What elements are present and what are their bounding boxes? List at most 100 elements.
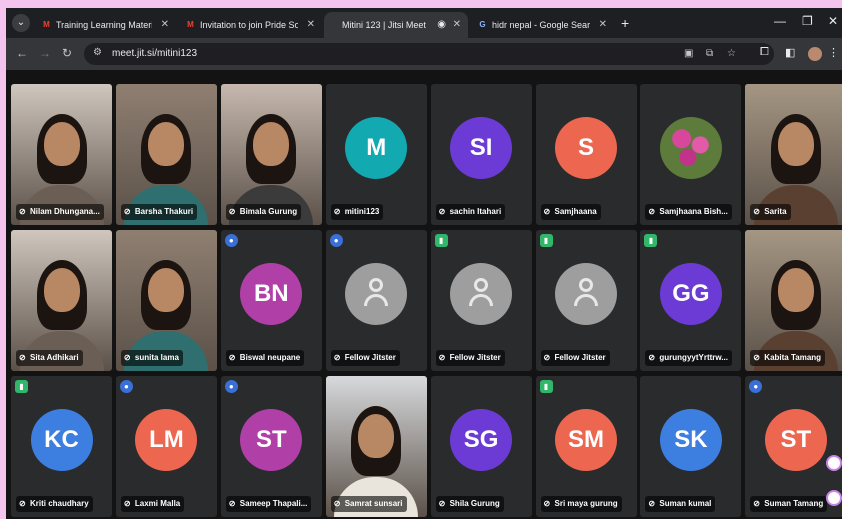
cast-icon[interactable]: ⧉ [706,48,713,59]
participant-name: Samjhaana [554,207,597,216]
participant-name: Sarita [764,207,787,216]
tab-search-button[interactable]: ⌄ [12,14,30,32]
sidepanel-icon[interactable]: ◧ [785,46,795,59]
close-icon[interactable]: ✕ [453,12,461,38]
moderator-icon[interactable]: ● [749,380,763,393]
mic-muted-icon: ⊘ [123,207,131,216]
mic-muted-icon: ⊘ [543,353,551,362]
site-info-icon[interactable]: ⚙ [93,47,102,58]
participant-name: sachin Itahari [449,207,502,216]
back-arrow-icon[interactable]: ← [14,46,30,60]
participant-tile[interactable]: ⊘ Bimala Gurung [220,84,322,225]
participant-tile[interactable]: GG ▮ ⊘ gurungyytYrttrw... [640,230,742,371]
assistant-icon[interactable] [826,455,842,471]
participant-name: Sri maya gurung [554,499,618,508]
address-bar[interactable]: ⚙ meet.jit.si/mitini123 ▣ ⧉ ☆ [84,43,774,65]
extensions-icon[interactable]: ⧠ [760,46,769,59]
record-icon: ◉ [437,19,446,30]
participant-tile[interactable]: SK ⊘ Suman kumal [640,376,742,517]
participant-nameplate: ⊘ Shila Gurung [435,496,504,512]
participant-name: Fellow Jitster [449,353,501,362]
tab-jitsi-meet[interactable]: Mitini 123 | Jitsi Meet ◉ ✕ [324,12,468,38]
participant-tile[interactable]: ⊘ Samrat sunsari [325,376,427,517]
camera-icon[interactable]: ▣ [684,48,693,59]
moderator-icon[interactable]: ● [224,234,238,247]
participant-nameplate: ⊘ sachin Itahari [435,204,506,220]
moderator-icon[interactable]: ● [224,380,238,393]
participant-name: Biswal neupane [239,353,301,362]
connection-quality-icon[interactable]: ▮ [15,380,28,393]
close-icon[interactable]: ✕ [307,12,315,38]
flower-avatar-image [659,116,722,179]
reload-icon[interactable]: ↻ [59,46,75,60]
mic-muted-icon: ⊘ [333,499,341,508]
gmail-icon: M [187,20,194,29]
default-user-icon [450,262,513,325]
new-tab-button[interactable]: + [621,14,629,32]
participant-tile[interactable]: ⊘ Samjhaana Bish... [640,84,742,225]
participant-nameplate: ⊘ Biswal neupane [225,350,305,366]
google-icon: G [479,20,486,29]
participant-tile[interactable]: S ⊘ Samjhaana [535,84,637,225]
participant-nameplate: ⊘ Sarita [750,204,791,220]
gmail-icon: M [43,20,50,29]
mic-muted-icon: ⊘ [648,353,656,362]
profile-avatar[interactable] [808,47,822,61]
close-window-icon[interactable]: ✕ [828,14,838,28]
minimize-icon[interactable]: — [774,14,786,28]
participant-tile[interactable]: ST ● ⊘ Sameep Thapali... [220,376,322,517]
screen-frame: ⌄ M Training Learning Materials & F ✕ M … [0,0,842,519]
participant-tile[interactable]: KC ▮ ⊘ Kriti chaudhary [11,376,112,517]
participant-tile[interactable]: SI ⊘ sachin Itahari [430,84,532,225]
close-icon[interactable]: ✕ [599,12,607,38]
moderator-icon[interactable]: ● [329,234,343,247]
participant-tile[interactable]: ⊘ sunita lama [115,230,217,371]
participant-tile[interactable]: SG ⊘ Shila Gurung [430,376,532,517]
participant-nameplate: ⊘ Nilam Dhungana... [16,204,104,220]
tab-google-search[interactable]: G hidr nepal - Google Search ✕ [470,12,614,38]
tab-training-materials[interactable]: M Training Learning Materials & F ✕ [34,12,176,38]
star-icon[interactable]: ☆ [727,48,736,59]
participant-nameplate: ⊘ Samrat sunsari [330,496,407,512]
chat-bubble-icon[interactable] [826,490,842,506]
forward-arrow-icon[interactable]: → [37,46,53,60]
tab-pride-invitation[interactable]: M Invitation to join Pride Social Eve ✕ [178,12,322,38]
participant-avatar: KC [30,408,93,471]
participant-nameplate: ⊘ Laxmi Malla [120,496,185,512]
participant-tile[interactable]: SM ▮ ⊘ Sri maya gurung [535,376,637,517]
connection-quality-icon[interactable]: ▮ [644,234,658,247]
participant-name: Sameep Thapali... [239,499,308,508]
participant-nameplate: ⊘ Barsha Thakuri [120,204,198,220]
participant-avatar: M [345,116,408,179]
participant-tile[interactable]: BN ● ⊘ Biswal neupane [220,230,322,371]
mic-muted-icon: ⊘ [333,353,341,362]
menu-icon[interactable]: ⋮ [828,46,839,59]
connection-quality-icon[interactable]: ▮ [539,380,553,393]
participant-nameplate: ⊘ Suman Tamang [750,496,828,512]
participant-nameplate: ⊘ Fellow Jitster [435,350,505,366]
mic-muted-icon: ⊘ [438,353,446,362]
participant-tile[interactable]: ⊘ Sarita [745,84,842,225]
participant-tile[interactable]: LM ● ⊘ Laxmi Malla [115,376,217,517]
restore-icon[interactable]: ❐ [802,14,813,28]
moderator-icon[interactable]: ● [119,380,133,393]
participant-avatar: S [555,116,617,179]
participant-tile[interactable]: ▮ ⊘ Fellow Jitster [430,230,532,371]
connection-quality-icon[interactable]: ▮ [434,234,448,247]
participant-tile[interactable]: ● ⊘ Fellow Jitster [325,230,427,371]
participant-nameplate: ⊘ gurungyytYrttrw... [645,350,732,366]
connection-quality-icon[interactable]: ▮ [539,234,553,247]
close-icon[interactable]: ✕ [161,12,169,38]
participant-avatar: SM [555,408,617,471]
participant-avatar: BN [240,262,303,325]
participant-tile[interactable]: ⊘ Sita Adhikari [11,230,112,371]
participant-tile[interactable]: M ⊘ mitini123 [325,84,427,225]
participant-tile[interactable]: ⊘ Nilam Dhungana... [11,84,112,225]
mic-muted-icon: ⊘ [19,499,26,508]
participant-nameplate: ⊘ Samjhaana Bish... [645,204,732,220]
participant-tile[interactable]: ⊘ Barsha Thakuri [115,84,217,225]
participant-tile[interactable]: ⊘ Kabita Tamang [745,230,842,371]
participant-name: mitini123 [344,207,380,216]
participant-tile[interactable]: ▮ ⊘ Fellow Jitster [535,230,637,371]
participant-name: gurungyytYrttrw... [659,353,728,362]
